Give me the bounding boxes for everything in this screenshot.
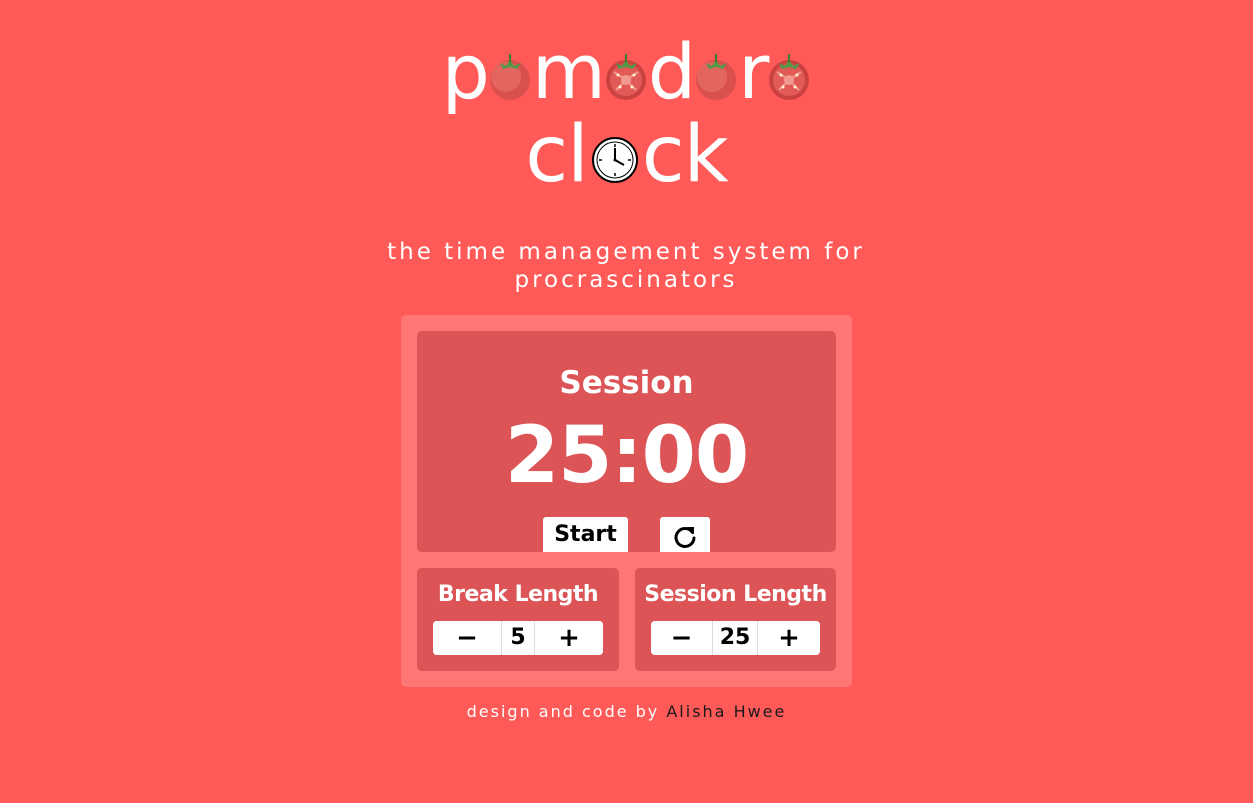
logo-letter: p	[441, 27, 490, 116]
logo-letter: m	[531, 27, 606, 116]
logo-clock: cl ck	[0, 116, 1253, 194]
logo-letters-prefix: cl	[525, 110, 589, 200]
tomato-whole-icon	[696, 54, 737, 100]
session-length-stepper: − 25 +	[651, 621, 820, 655]
break-length-value: 5	[501, 621, 535, 655]
timer-box: Session 25:00 Start	[417, 331, 836, 552]
tomato-whole-icon	[489, 54, 530, 100]
tomato-half-icon	[605, 54, 646, 100]
logo-letter: r	[738, 27, 769, 116]
logo-letter: d	[647, 27, 696, 116]
tagline: the time management system for procrasci…	[387, 239, 865, 293]
logo-pomodoro: p m d r	[0, 34, 1253, 110]
session-increment-button[interactable]: +	[758, 621, 820, 655]
reset-button[interactable]	[660, 517, 710, 552]
clock-icon	[591, 137, 638, 183]
session-length-box: Session Length − 25 +	[635, 568, 836, 671]
session-length-value: 25	[712, 621, 758, 655]
timer-label: Session	[559, 365, 694, 401]
break-length-box: Break Length − 5 +	[417, 568, 619, 671]
break-length-stepper: − 5 +	[433, 621, 603, 655]
session-decrement-button[interactable]: −	[651, 621, 712, 655]
break-decrement-button[interactable]: −	[433, 621, 501, 655]
clock-panel: Session 25:00 Start Break Length − 5 + S…	[401, 315, 852, 687]
reset-icon	[674, 526, 696, 548]
session-length-title: Session Length	[644, 582, 827, 607]
footer: design and code by Alisha Hwee	[0, 702, 1253, 721]
footer-credit-text: design and code by	[466, 702, 667, 721]
break-increment-button[interactable]: +	[535, 621, 603, 655]
author-link[interactable]: Alisha Hwee	[666, 702, 786, 721]
time-left-display: 25:00	[504, 411, 749, 501]
logo-letters-suffix: ck	[641, 110, 729, 200]
start-button[interactable]: Start	[543, 517, 628, 552]
break-length-title: Break Length	[437, 582, 599, 607]
tomato-half-icon	[769, 54, 810, 100]
pomodoro-clock-page: p m d r cl ck the time management system…	[0, 0, 1253, 803]
